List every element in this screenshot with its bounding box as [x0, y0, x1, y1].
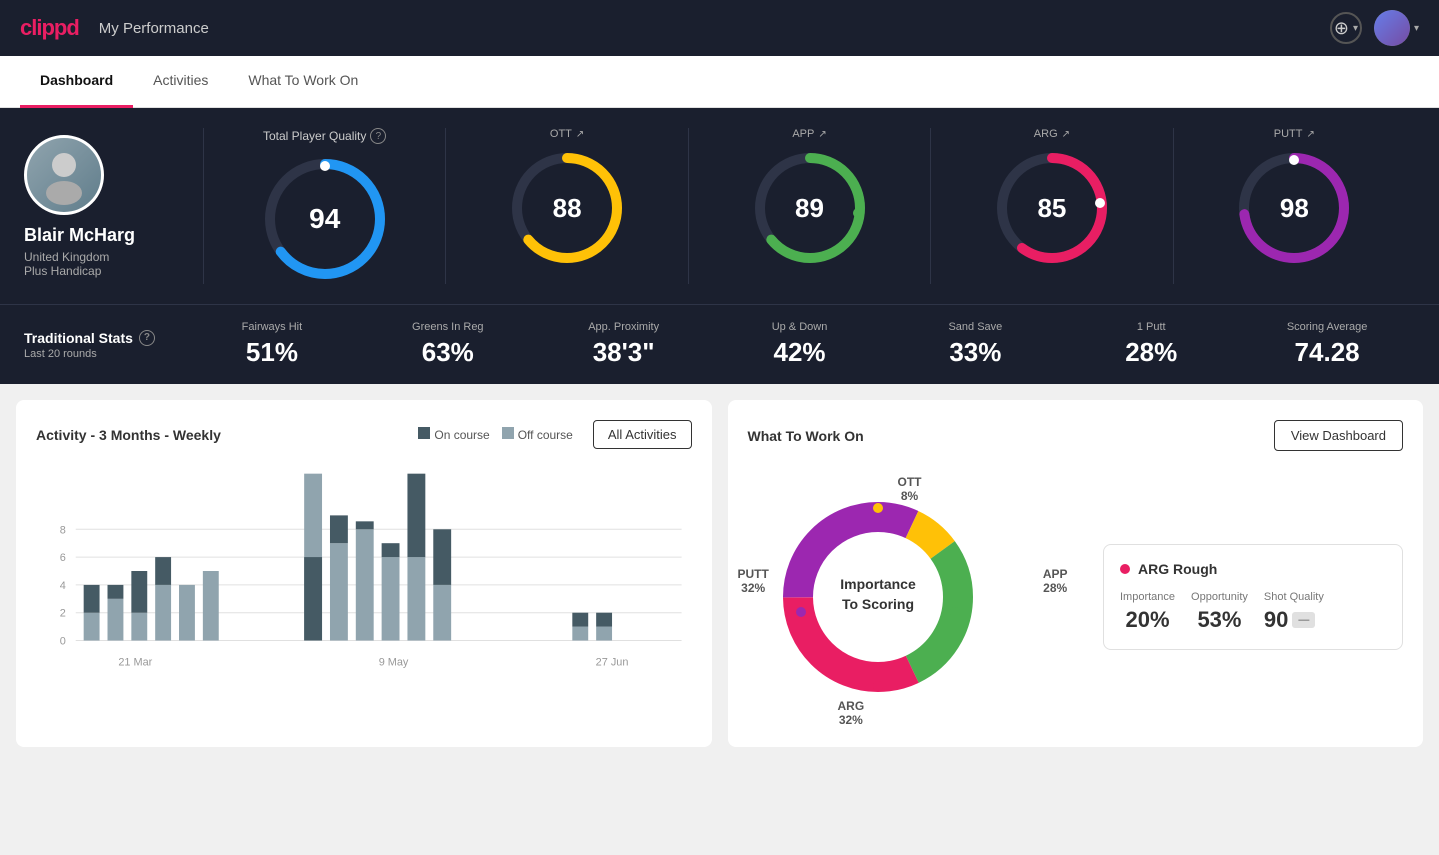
stat-up-down: Up & Down 42%: [712, 321, 888, 368]
tpq-info-icon[interactable]: ?: [370, 128, 386, 144]
player-name: Blair McHarg: [24, 225, 135, 246]
player-avatar: [24, 135, 104, 215]
metric-putt: PUTT ↗ 98: [1174, 128, 1415, 284]
stat-app-proximity: App. Proximity 38'3": [536, 321, 712, 368]
chart-area: 0 2 4 6 8: [36, 461, 692, 681]
traditional-stats-info-icon[interactable]: ?: [139, 330, 155, 346]
header-title: My Performance: [99, 20, 209, 37]
player-country: United Kingdom: [24, 250, 109, 264]
activity-chart-panel: Activity - 3 Months - Weekly On course O…: [16, 400, 712, 747]
info-card-shot-quality: Shot Quality 90 —: [1264, 591, 1324, 633]
arg-rough-info-card: ARG Rough Importance 20% Opportunity 53%…: [1103, 544, 1403, 650]
svg-text:8: 8: [60, 524, 66, 536]
svg-text:0: 0: [60, 635, 66, 647]
metric-app: APP ↗ 89: [689, 128, 931, 284]
putt-gauge: 98: [1234, 148, 1354, 268]
putt-label: PUTT ↗: [1274, 128, 1315, 140]
stats-row: Traditional Stats ? Last 20 rounds Fairw…: [0, 304, 1439, 384]
ott-gauge: 88: [507, 148, 627, 268]
arg-value: 85: [1037, 193, 1066, 224]
metric-arg: ARG ↗ 85: [931, 128, 1173, 284]
arg-label: ARG ↗: [1034, 128, 1070, 140]
on-course-legend: On course: [418, 427, 489, 442]
stat-greens-in-reg: Greens In Reg 63%: [360, 321, 536, 368]
donut-svg: Importance To Scoring: [748, 467, 1008, 727]
info-card-title: ARG Rough: [1120, 561, 1386, 577]
chart-header: Activity - 3 Months - Weekly On course O…: [36, 420, 692, 449]
bottom-panels: Activity - 3 Months - Weekly On course O…: [0, 384, 1439, 763]
putt-segment-label: PUTT 32%: [738, 567, 769, 595]
donut-area: Importance To Scoring OTT 8% APP 28%: [748, 467, 1404, 727]
player-handicap: Plus Handicap: [24, 264, 101, 278]
stat-sand-save: Sand Save 33%: [887, 321, 1063, 368]
tabs-bar: Dashboard Activities What To Work On: [0, 56, 1439, 108]
avatar[interactable]: [1374, 10, 1410, 46]
all-activities-button[interactable]: All Activities: [593, 420, 692, 449]
header: clippd My Performance ⊕ ▾ ▾: [0, 0, 1439, 56]
view-dashboard-button[interactable]: View Dashboard: [1274, 420, 1403, 451]
app-gauge: 89: [750, 148, 870, 268]
metrics-row: Total Player Quality ? 94 OTT ↗: [204, 128, 1415, 284]
ott-segment-label: OTT 8%: [898, 475, 922, 503]
add-button[interactable]: ⊕ ▾: [1330, 12, 1362, 44]
user-menu[interactable]: ▾: [1374, 10, 1419, 46]
activity-chart-svg: 0 2 4 6 8: [36, 461, 692, 681]
arg-arrow-icon: ↗: [1062, 129, 1070, 140]
info-card-opportunity: Opportunity 53%: [1191, 591, 1248, 633]
tpq-value: 94: [309, 203, 340, 235]
tpq-gauge: 94: [260, 154, 390, 284]
app-segment-label: APP 28%: [1043, 567, 1068, 595]
metric-tpq: Total Player Quality ? 94: [204, 128, 446, 284]
stat-fairways-hit: Fairways Hit 51%: [184, 321, 360, 368]
tab-dashboard[interactable]: Dashboard: [20, 56, 133, 108]
chart-legend: On course Off course: [418, 427, 573, 442]
player-info: Blair McHarg United Kingdom Plus Handica…: [24, 128, 204, 284]
app-value: 89: [795, 193, 824, 224]
ott-value: 88: [553, 193, 582, 224]
ott-arrow-icon: ↗: [576, 129, 584, 140]
metric-ott: OTT ↗ 88: [446, 128, 688, 284]
stat-1-putt: 1 Putt 28%: [1063, 321, 1239, 368]
putt-value: 98: [1280, 193, 1309, 224]
svg-text:4: 4: [60, 580, 66, 592]
svg-text:Importance: Importance: [840, 576, 916, 592]
header-right: ⊕ ▾ ▾: [1330, 10, 1419, 46]
what-to-work-on-panel: What To Work On View Dashboard: [728, 400, 1424, 747]
tpq-label: Total Player Quality ?: [263, 128, 386, 144]
chart-controls: On course Off course All Activities: [418, 420, 691, 449]
svg-text:9 May: 9 May: [379, 656, 409, 668]
arg-gauge: 85: [992, 148, 1112, 268]
arg-rough-indicator: [1120, 564, 1130, 574]
svg-text:To Scoring: To Scoring: [841, 596, 913, 612]
chart-title: Activity - 3 Months - Weekly: [36, 427, 221, 443]
header-left: clippd My Performance: [20, 15, 209, 41]
putt-arrow-icon: ↗: [1307, 129, 1315, 140]
svg-text:21 Mar: 21 Mar: [118, 656, 152, 668]
user-chevron-icon: ▾: [1414, 23, 1419, 34]
arg-segment-label: ARG 32%: [838, 699, 865, 727]
shot-quality-badge: —: [1292, 612, 1315, 628]
off-course-legend: Off course: [502, 427, 573, 442]
what-to-work-on-title: What To Work On View Dashboard: [748, 420, 1404, 451]
ott-label: OTT ↗: [550, 128, 584, 140]
svg-text:2: 2: [60, 608, 66, 620]
hero-section: Blair McHarg United Kingdom Plus Handica…: [0, 108, 1439, 304]
svg-text:6: 6: [60, 552, 66, 564]
traditional-stats-title: Traditional Stats ?: [24, 330, 184, 346]
add-chevron-icon: ▾: [1353, 23, 1358, 34]
info-card-stats: Importance 20% Opportunity 53% Shot Qual…: [1120, 591, 1386, 633]
info-card-importance: Importance 20%: [1120, 591, 1175, 633]
svg-text:27 Jun: 27 Jun: [596, 656, 629, 668]
plus-icon: ⊕: [1334, 18, 1349, 39]
stats-label-section: Traditional Stats ? Last 20 rounds: [24, 330, 184, 360]
donut-container: Importance To Scoring OTT 8% APP 28%: [748, 467, 1048, 727]
traditional-stats-subtitle: Last 20 rounds: [24, 348, 184, 360]
stat-scoring-avg: Scoring Average 74.28: [1239, 321, 1415, 368]
tab-activities[interactable]: Activities: [133, 56, 228, 108]
tab-what-to-work-on[interactable]: What To Work On: [228, 56, 378, 108]
logo: clippd: [20, 15, 79, 41]
app-label: APP ↗: [792, 128, 826, 140]
app-arrow-icon: ↗: [818, 129, 826, 140]
